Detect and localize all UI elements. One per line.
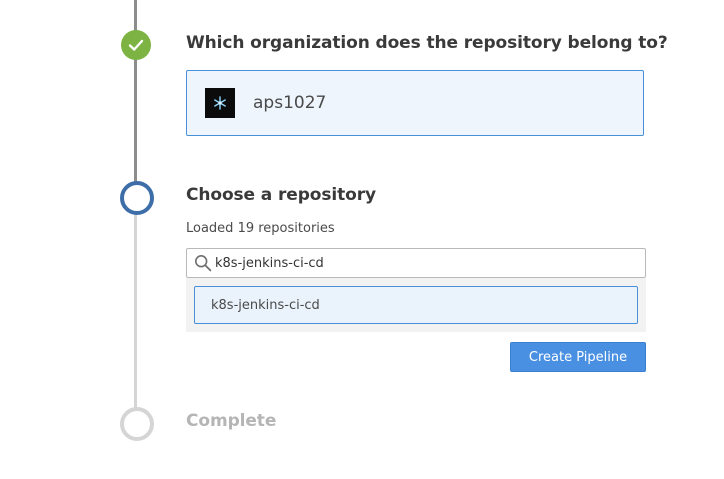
step-complete-check-icon: [121, 30, 151, 60]
step-repository-title: Choose a repository: [186, 185, 376, 205]
create-pipeline-button[interactable]: Create Pipeline: [510, 342, 646, 372]
repository-result-item[interactable]: k8s-jenkins-ci-cd: [194, 286, 638, 324]
search-icon: [194, 254, 212, 272]
repository-result-label: k8s-jenkins-ci-cd: [211, 297, 320, 313]
repository-results-list: k8s-jenkins-ci-cd: [186, 278, 646, 332]
repository-search-input[interactable]: [215, 255, 635, 271]
organization-card-selected[interactable]: aps1027: [186, 70, 644, 136]
repository-search-box[interactable]: [186, 248, 646, 278]
organization-name: aps1027: [253, 93, 327, 113]
progress-rail-pending: [134, 212, 137, 410]
repositories-loaded-text: Loaded 19 repositories: [186, 221, 335, 236]
step-pending-circle-icon: [120, 407, 154, 441]
snowflake-avatar-icon: [205, 88, 235, 118]
progress-rail-complete: [134, 0, 137, 183]
step-complete-title: Complete: [186, 411, 277, 431]
step-active-circle-icon: [120, 181, 154, 215]
step-organization-title: Which organization does the repository b…: [186, 33, 668, 53]
